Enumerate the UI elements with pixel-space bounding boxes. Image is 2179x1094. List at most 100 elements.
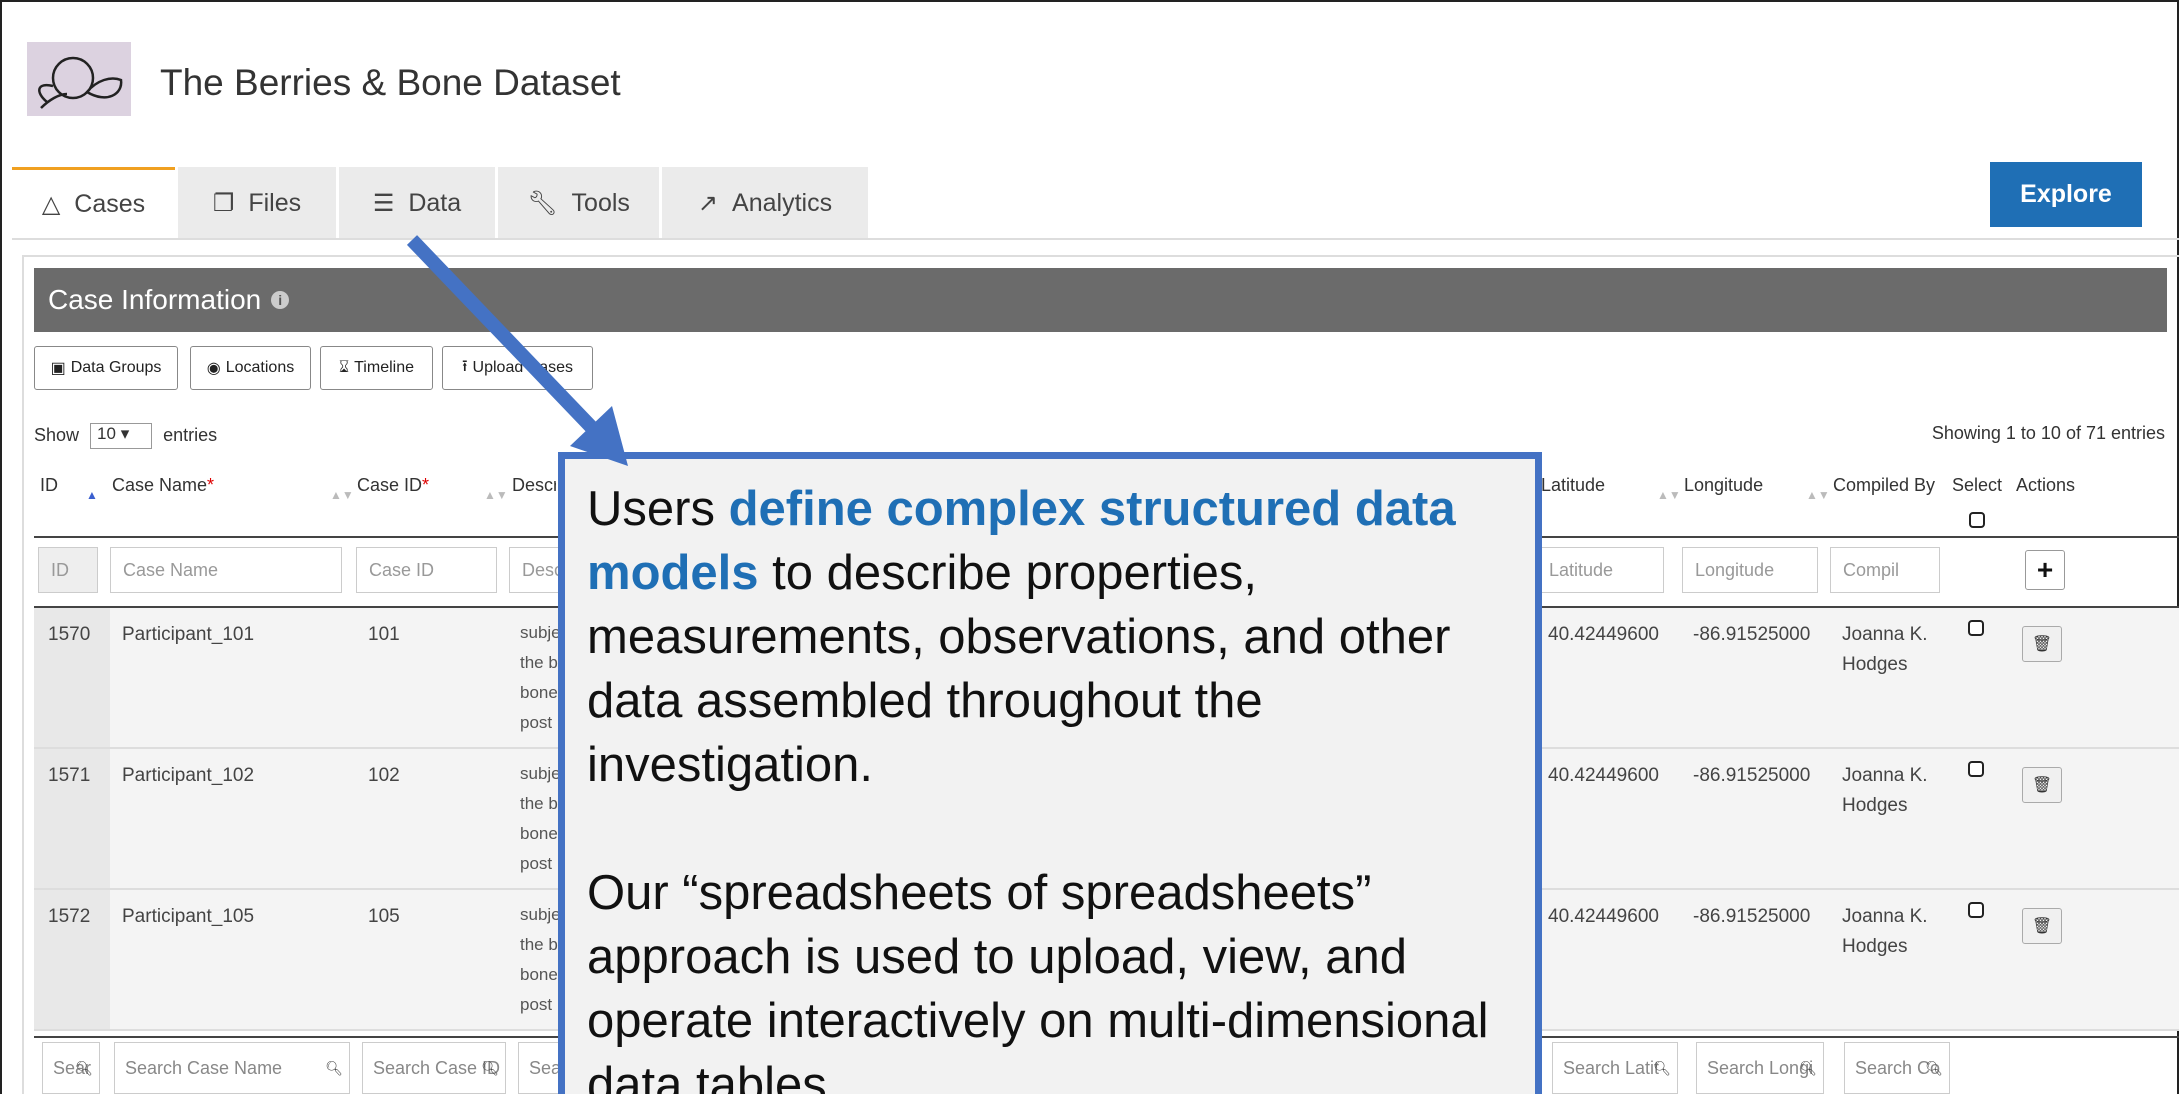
entries-length: Show 10 ▾ entries (34, 423, 217, 449)
row-longitude: -86.91525000 (1693, 906, 1811, 927)
trash-icon[interactable]: 🗑︎ (2022, 767, 2062, 803)
trash-icon[interactable]: 🗑︎ (2022, 908, 2062, 944)
files-icon: ❐ (212, 189, 235, 217)
image-icon: ▣ (50, 360, 66, 377)
search-icon: 🔍︎ (1799, 1059, 1817, 1076)
row-latitude: 40.42449600 (1548, 765, 1659, 786)
header-label: Case Name (112, 475, 208, 495)
required-marker: * (422, 475, 430, 495)
row-compiled-by-1: Joanna K. (1842, 906, 1928, 927)
row-id: 1571 (48, 765, 91, 786)
search-icon: 🔍︎ (1653, 1059, 1671, 1076)
section-title: Case Information (48, 284, 262, 315)
locations-button[interactable]: ◉ Locations (190, 346, 311, 390)
search-icon: 🔍︎ (325, 1059, 343, 1076)
wrench-icon: 🔧︎ (527, 189, 558, 217)
tab-tools[interactable]: 🔧︎ Tools (498, 167, 659, 239)
header-select: Select (1952, 475, 2003, 495)
header-compiled-by[interactable]: Compiled By (1833, 475, 1935, 496)
row-select-checkbox[interactable] (1968, 620, 1984, 636)
row-latitude: 40.42449600 (1548, 624, 1659, 645)
row-description-4: post (520, 995, 553, 1014)
header-case-name[interactable]: Case Name* (112, 475, 214, 496)
row-compiled-by-1: Joanna K. (1842, 765, 1928, 786)
id-search-input[interactable]: Sear 🔍︎ (42, 1042, 100, 1094)
row-id: 1570 (48, 624, 91, 645)
header-longitude[interactable]: Longitude (1684, 475, 1763, 496)
sort-asc-icon[interactable]: ▲ (86, 488, 98, 502)
sort-icon[interactable]: ▲▼ (1806, 488, 1830, 502)
row-compiled-by-1: Joanna K. (1842, 624, 1928, 645)
case-name-filter-input[interactable]: Case Name (110, 547, 342, 593)
callout-paragraph-2: Our “spreadsheets of spreadsheets” appro… (587, 866, 1489, 1094)
row-description-1: subje (520, 623, 560, 642)
timeline-button[interactable]: ⌛︎ Timeline (320, 346, 433, 390)
header-description[interactable]: Description (512, 475, 556, 496)
search-icon: 🔍︎ (1925, 1059, 1943, 1076)
row-description-2: the b (520, 794, 558, 813)
globe-icon: ◉ (206, 360, 221, 377)
row-longitude: -86.91525000 (1693, 765, 1811, 786)
longitude-filter-input[interactable]: Longitude (1682, 547, 1818, 593)
search-placeholder: Search Longi (1707, 1057, 1814, 1078)
header-latitude[interactable]: Latitude (1541, 475, 1605, 496)
search-placeholder: Search Latit (1563, 1057, 1660, 1078)
tab-data[interactable]: ☰ Data (339, 167, 495, 239)
sort-icon[interactable]: ▲▼ (330, 488, 354, 502)
id-filter-input[interactable]: ID (38, 547, 98, 593)
search-icon: 🔍︎ (75, 1059, 93, 1076)
trash-icon[interactable]: 🗑︎ (2022, 626, 2062, 662)
row-description-2: the b (520, 935, 558, 954)
header-case-id[interactable]: Case ID* (357, 475, 429, 496)
tab-files[interactable]: ❐ Files (178, 167, 336, 239)
longitude-search-input[interactable]: Search Longi 🔍︎ (1696, 1042, 1824, 1094)
upload-icon: ⭱ (461, 357, 468, 375)
row-longitude: -86.91525000 (1693, 624, 1811, 645)
entries-select[interactable]: 10 ▾ (90, 423, 153, 449)
section-header: Case Information i (34, 268, 2167, 332)
data-groups-button[interactable]: ▣ Data Groups (34, 346, 178, 390)
row-compiled-by-2: Hodges (1842, 795, 1908, 816)
select-all-checkbox[interactable] (1969, 512, 1985, 528)
sort-icon[interactable]: ▲▼ (1657, 488, 1681, 502)
compiled-by-filter-input[interactable]: Compil (1830, 547, 1940, 593)
latitude-filter-input[interactable]: Latitude (1536, 547, 1664, 593)
hourglass-icon: ⌛︎ (339, 359, 350, 376)
row-select-checkbox[interactable] (1968, 761, 1984, 777)
case-name-search-input[interactable]: Search Case Name 🔍︎ (114, 1042, 350, 1094)
row-description-3: bone (520, 965, 558, 984)
row-description-3: bone (520, 824, 558, 843)
header-id[interactable]: ID (40, 475, 58, 496)
callout-text: Users (587, 482, 729, 536)
search-placeholder: Sea (529, 1057, 562, 1078)
upload-cases-button[interactable]: ⭱ Upload Cases (442, 346, 593, 390)
row-description-1: subje (520, 905, 560, 924)
flask-icon: △ (41, 191, 61, 218)
row-compiled-by-2: Hodges (1842, 936, 1908, 957)
row-case-id: 105 (368, 906, 400, 927)
search-icon: 🔍︎ (481, 1059, 499, 1076)
latitude-search-input[interactable]: Search Latit 🔍︎ (1552, 1042, 1678, 1094)
row-description-4: post (520, 713, 553, 732)
row-latitude: 40.42449600 (1548, 906, 1659, 927)
callout-paragraph-1: Users define complex structured data mod… (587, 477, 1513, 797)
info-icon[interactable]: i (271, 291, 290, 309)
entries-label: entries (163, 424, 218, 445)
tab-analytics[interactable]: ↗ Analytics (662, 167, 868, 239)
button-label: Timeline (354, 359, 414, 376)
row-case-name: Participant_101 (122, 624, 255, 645)
tab-cases[interactable]: △ Cases (12, 167, 175, 239)
row-description-4: post (520, 854, 553, 873)
explore-button[interactable]: Explore (1990, 162, 2142, 227)
case-id-filter-input[interactable]: Case ID (356, 547, 497, 593)
compiled-by-search-input[interactable]: Search Co 🔍︎ (1844, 1042, 1950, 1094)
button-label: Data Groups (70, 359, 162, 376)
entries-value: 10 (97, 424, 116, 443)
tab-label: Tools (571, 188, 630, 217)
add-row-button[interactable]: + (2025, 550, 2065, 590)
case-id-search-input[interactable]: Search Case ID 🔍︎ (362, 1042, 506, 1094)
sort-icon[interactable]: ▲▼ (484, 488, 508, 502)
row-select-checkbox[interactable] (1968, 902, 1984, 918)
row-description-2: the b (520, 653, 558, 672)
berry-leaf-icon[interactable] (27, 42, 131, 116)
